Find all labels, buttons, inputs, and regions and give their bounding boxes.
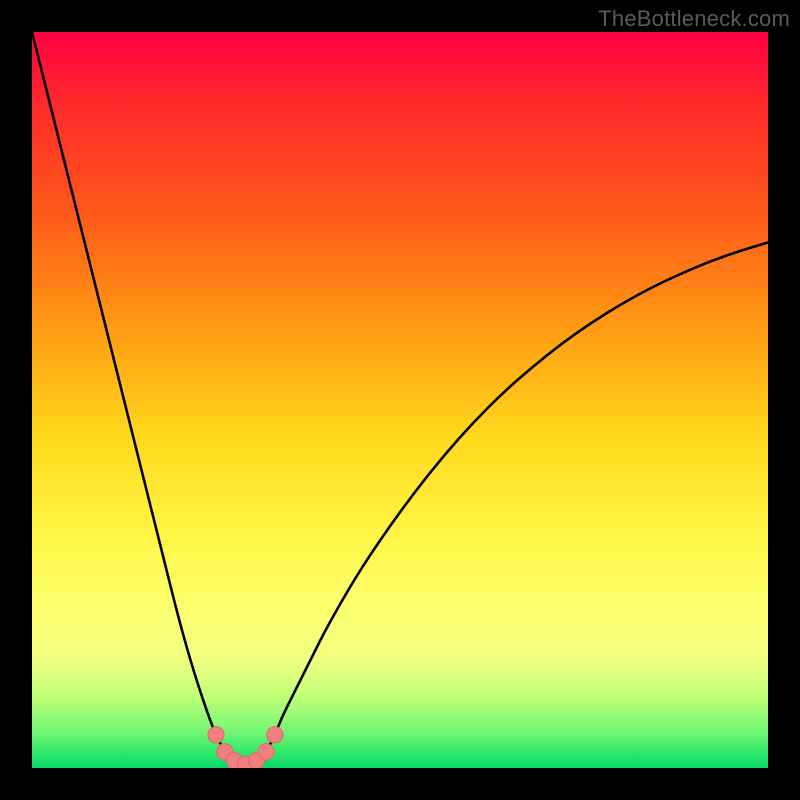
- bottleneck-chart-svg: [32, 32, 768, 768]
- bottleneck-markers: [208, 727, 283, 768]
- marker-dot: [267, 727, 283, 743]
- chart-frame: TheBottleneck.com: [0, 0, 800, 800]
- plot-area: [32, 32, 768, 768]
- watermark-text: TheBottleneck.com: [598, 6, 790, 32]
- bottleneck-curve: [32, 32, 768, 764]
- marker-dot: [208, 727, 224, 743]
- marker-dot: [258, 744, 274, 760]
